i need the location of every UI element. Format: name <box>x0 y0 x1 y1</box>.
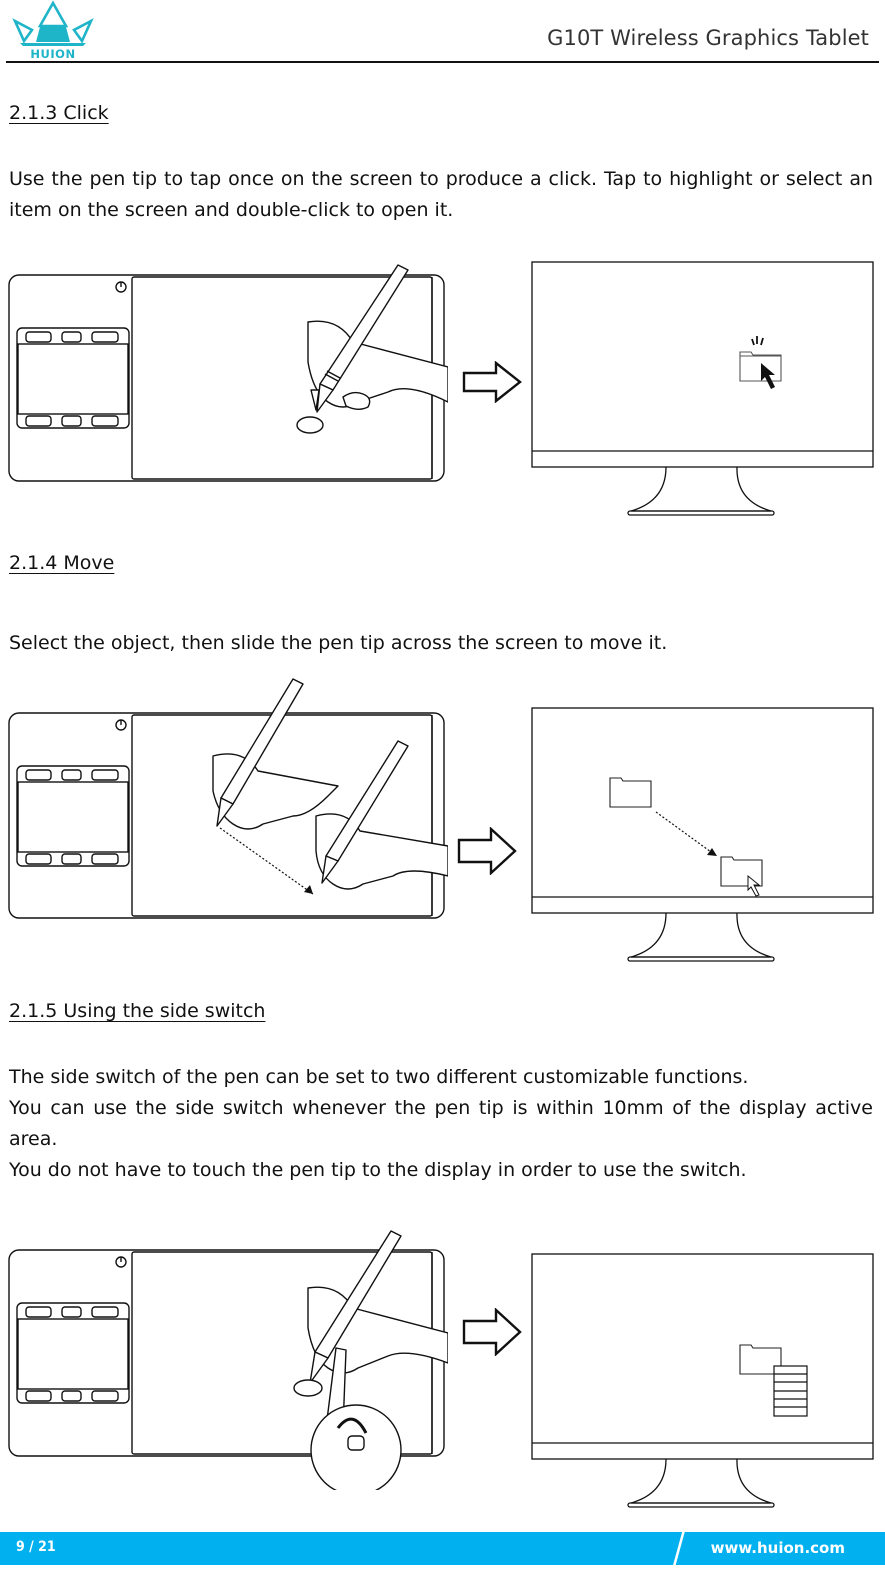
right-arrow-icon <box>462 1308 522 1356</box>
click-indicator-icon <box>751 336 764 346</box>
hand-with-pen-icon <box>293 1230 448 1490</box>
paragraph: You do not have to touch the pen tip to … <box>9 1159 747 1181</box>
monitor-illustration-click <box>531 261 875 519</box>
hand-with-pen-icon <box>212 678 339 830</box>
folder-icon <box>739 351 782 382</box>
context-menu-icon <box>773 1365 808 1417</box>
section-title-click: 2.1.3 Click <box>9 102 109 124</box>
paragraph: Select the object, then slide the pen ti… <box>9 632 668 654</box>
paragraph: Use the pen tip to tap once on the scree… <box>9 168 873 221</box>
huion-logo: HUION <box>10 0 96 60</box>
paragraph: You can use the side switch whenever the… <box>9 1097 873 1150</box>
document-title: G10T Wireless Graphics Tablet <box>547 26 869 50</box>
hand-with-pen-icon <box>296 264 448 434</box>
paragraph: The side switch of the pen can be set to… <box>9 1066 749 1088</box>
monitor-illustration-move <box>531 707 875 965</box>
header-divider <box>6 61 879 63</box>
drag-path <box>219 827 314 895</box>
tablet-illustration-click <box>8 262 448 486</box>
tablet-illustration-move <box>8 676 448 922</box>
section-move-body: Select the object, then slide the pen ti… <box>9 628 873 659</box>
brand-wordmark: HUION <box>30 47 75 60</box>
section-click-body: Use the pen tip to tap once on the scree… <box>9 164 873 226</box>
tablet-illustration-side-switch <box>8 1228 448 1490</box>
monitor-illustration-side-switch <box>531 1253 875 1511</box>
section-side-switch-body: The side switch of the pen can be set to… <box>9 1062 873 1186</box>
right-arrow-icon <box>457 827 517 875</box>
folder-icon <box>609 777 652 808</box>
page-number: 9 / 21 <box>16 1539 56 1555</box>
move-arrowhead-icon <box>707 848 717 856</box>
page-footer: 9 / 21 www.huion.com <box>0 1529 885 1571</box>
right-arrow-icon <box>462 361 522 403</box>
footer-divider-slash <box>668 1526 688 1571</box>
hand-with-pen-icon <box>315 740 448 890</box>
section-title-side-switch: 2.1.5 Using the side switch <box>9 1000 266 1022</box>
website-link[interactable]: www.huion.com <box>711 1539 845 1557</box>
section-title-move: 2.1.4 Move <box>9 552 115 574</box>
folder-icon <box>720 856 763 887</box>
drag-arrowhead-icon <box>304 885 313 894</box>
